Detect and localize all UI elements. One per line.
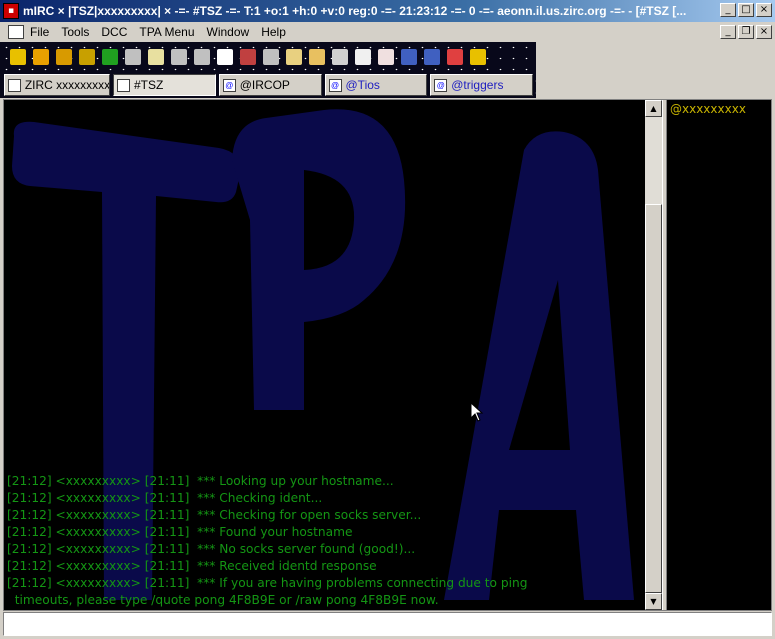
message-line: [21:12] <xxxxxxxxx> [21:11] *** Checking… bbox=[7, 508, 422, 522]
message-line: [21:12] <xxxxxxxxx> [21:11] *** Found yo… bbox=[7, 525, 353, 539]
title-bar[interactable]: ▪ mIRC × |TSZ|xxxxxxxxx| × -=- #TSZ -=- … bbox=[0, 0, 775, 22]
tpa-icon-3[interactable] bbox=[332, 49, 348, 65]
log-icon[interactable] bbox=[378, 49, 394, 65]
notify-icon[interactable] bbox=[240, 49, 256, 65]
scroll-up-button[interactable]: ▲ bbox=[645, 100, 662, 117]
switchbar-empty-area bbox=[536, 72, 775, 98]
query-window-icon: @ bbox=[328, 78, 342, 92]
query-window-icon: @ bbox=[222, 78, 236, 92]
channels-list-icon[interactable] bbox=[79, 49, 95, 65]
nick-item[interactable]: @xxxxxxxxx bbox=[670, 102, 771, 116]
window-controls: _ □ × bbox=[718, 3, 772, 17]
menu-dcc[interactable]: DCC bbox=[95, 25, 133, 39]
tpa-icon-1[interactable] bbox=[286, 49, 302, 65]
nicklist[interactable]: @xxxxxxxxx bbox=[667, 100, 771, 610]
message-line: [21:12] <xxxxxxxxx> [21:11] *** Looking … bbox=[7, 474, 394, 488]
dcc-send-icon[interactable] bbox=[171, 49, 187, 65]
cascade-icon[interactable] bbox=[424, 49, 440, 65]
scripts-icon[interactable] bbox=[102, 49, 118, 65]
menu-file[interactable]: File bbox=[24, 25, 55, 39]
tab-status[interactable]: ZIRC xxxxxxxxx bbox=[4, 74, 110, 96]
list-icon[interactable] bbox=[263, 49, 279, 65]
mirc-window: ▪ mIRC × |TSZ|xxxxxxxxx| × -=- #TSZ -=- … bbox=[0, 0, 775, 639]
tab-label: @triggers bbox=[451, 78, 504, 92]
tab-label: @IRCOP bbox=[239, 78, 290, 92]
mdi-restore-button[interactable]: ❐ bbox=[738, 25, 754, 39]
connect-icon[interactable] bbox=[10, 49, 26, 65]
query-window-icon: @ bbox=[434, 78, 448, 92]
scroll-thumb[interactable] bbox=[645, 204, 662, 593]
mdi-minimize-button[interactable]: _ bbox=[720, 25, 736, 39]
menu-bar: File Tools DCC TPA Menu Window Help _ ❐ … bbox=[0, 22, 775, 42]
options-icon[interactable] bbox=[33, 49, 49, 65]
channel-window: [21:12] <xxxxxxxxx> [21:11] *** Looking … bbox=[3, 99, 772, 611]
mouse-pointer-icon bbox=[470, 402, 484, 422]
mirc-app-icon[interactable]: ▪ bbox=[3, 3, 19, 19]
toolbar bbox=[0, 42, 536, 72]
message-line: timeouts, please type /quote pong 4F8B9E… bbox=[7, 593, 439, 607]
menu-help[interactable]: Help bbox=[255, 25, 292, 39]
tab-channel-tsz[interactable]: #TSZ bbox=[113, 74, 216, 96]
channel-window-icon bbox=[117, 78, 130, 92]
editbox[interactable] bbox=[3, 612, 772, 636]
tab-label: @Tios bbox=[345, 78, 380, 92]
tpa-icon-2[interactable] bbox=[309, 49, 325, 65]
notes-icon[interactable] bbox=[355, 49, 371, 65]
switchbar: ZIRC xxxxxxxxx #TSZ @ @IRCOP @ @Tios @ @… bbox=[0, 72, 536, 98]
tab-query-triggers[interactable]: @ @triggers bbox=[430, 74, 533, 96]
window-title: mIRC × |TSZ|xxxxxxxxx| × -=- #TSZ -=- T:… bbox=[23, 4, 687, 18]
help-icon[interactable] bbox=[447, 49, 463, 65]
message-input[interactable] bbox=[4, 613, 771, 635]
mdi-close-button[interactable]: × bbox=[756, 25, 772, 39]
menu-window[interactable]: Window bbox=[201, 25, 256, 39]
tab-query-ircop[interactable]: @ @IRCOP bbox=[218, 74, 322, 96]
dcc-chat-icon[interactable] bbox=[194, 49, 210, 65]
tab-label: #TSZ bbox=[134, 78, 164, 92]
message-line: [21:12] <xxxxxxxxx> [21:11] *** If you a… bbox=[7, 576, 528, 590]
menu-tools[interactable]: Tools bbox=[55, 25, 95, 39]
status-window-icon bbox=[8, 78, 21, 92]
favorites-icon[interactable] bbox=[56, 49, 72, 65]
output-scrollbar[interactable]: ▲ ▼ bbox=[645, 100, 662, 610]
message-line: [21:12] <xxxxxxxxx> [21:11] *** Checking… bbox=[7, 491, 323, 505]
channel-output[interactable]: [21:12] <xxxxxxxxx> [21:11] *** Looking … bbox=[4, 100, 645, 610]
about-icon[interactable] bbox=[470, 49, 486, 65]
close-button[interactable]: × bbox=[756, 3, 772, 17]
message-lines: [21:12] <xxxxxxxxx> [21:11] *** Looking … bbox=[7, 473, 643, 609]
scroll-down-button[interactable]: ▼ bbox=[645, 593, 662, 610]
message-line: [21:12] <xxxxxxxxx> [21:11] *** Received… bbox=[7, 559, 377, 573]
colors-icon[interactable] bbox=[148, 49, 164, 65]
message-line: [21:12] <xxxxxxxxx> [21:11] *** No socks… bbox=[7, 542, 416, 556]
minimize-button[interactable]: _ bbox=[720, 3, 736, 17]
maximize-button[interactable]: □ bbox=[738, 3, 754, 17]
tile-icon[interactable] bbox=[401, 49, 417, 65]
menu-tpa[interactable]: TPA Menu bbox=[133, 25, 200, 39]
tab-query-tios[interactable]: @ @Tios bbox=[324, 74, 428, 96]
tab-label: ZIRC xxxxxxxxx bbox=[24, 78, 109, 92]
mdi-controls: _ ❐ × bbox=[718, 25, 772, 39]
channel-system-menu-icon[interactable] bbox=[8, 25, 24, 39]
toolbar-empty-area bbox=[536, 42, 775, 72]
timer-icon[interactable] bbox=[217, 49, 233, 65]
address-book-icon[interactable] bbox=[125, 49, 141, 65]
